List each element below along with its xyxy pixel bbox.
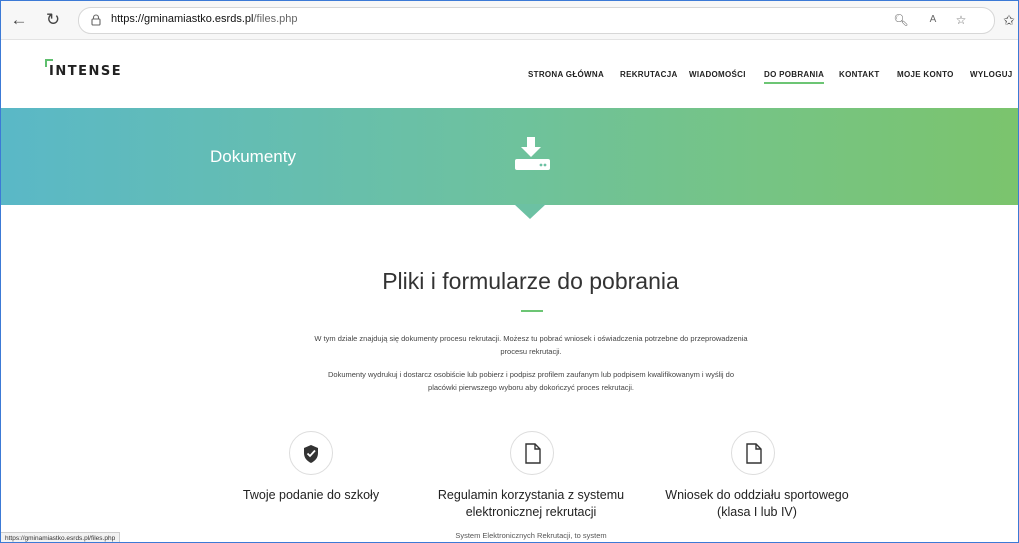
nav-wiadomosci[interactable]: WIADOMOŚCI <box>689 70 746 79</box>
favorite-star-icon[interactable]: ☆ <box>953 12 969 28</box>
zoom-icon[interactable]: 🔍︎ <box>893 12 909 28</box>
title-divider <box>521 310 543 312</box>
browser-toolbar: ← ↻ https://gminamiastko.esrds.pl/files.… <box>1 1 1018 40</box>
site-logo[interactable]: INTENSE <box>49 64 122 79</box>
instructions-line-2: placówki pierwszego wyboru aby dokończyć… <box>428 383 634 392</box>
feature-wniosek-title-line-2: (klasa I lub IV) <box>717 505 797 519</box>
nav-kontakt[interactable]: KONTAKT <box>839 70 880 79</box>
site-header: INTENSE STRONA GŁÓWNA REKRUTACJA WIADOMO… <box>1 40 1018 108</box>
shield-check-icon <box>304 445 318 463</box>
nav-do-pobrania[interactable]: DO POBRANIA <box>764 70 825 84</box>
intro-line-1: W tym dziale znajdują się dokumenty proc… <box>314 334 748 343</box>
feature-wniosek-title-line-1: Wniosek do oddziału sportowego <box>665 488 849 502</box>
back-arrow-icon[interactable]: ← <box>9 10 29 30</box>
intro-paragraph: W tym dziale znajdują się dokumenty proc… <box>281 332 781 358</box>
download-icon <box>515 137 550 170</box>
hero-banner: Dokumenty <box>1 108 1018 205</box>
nav-rekrutacja[interactable]: REKRUTACJA <box>620 70 678 79</box>
feature-regulamin-title[interactable]: Regulamin korzystania z systemu elektron… <box>411 487 651 521</box>
feature-podanie-title-line: Twoje podanie do szkoły <box>242 488 380 502</box>
feature-regulamin-title-line-2: elektronicznej rekrutacji <box>465 505 597 519</box>
reload-icon[interactable]: ↻ <box>43 10 63 30</box>
address-bar[interactable]: https://gminamiastko.esrds.pl/files.php … <box>78 7 995 34</box>
url-domain: https://gminamiastko.esrds.pl <box>111 13 254 25</box>
document-icon <box>746 443 762 464</box>
instructions-paragraph: Dokumenty wydrukuj i dostarcz osobiście … <box>281 368 781 394</box>
read-aloud-icon[interactable]: A <box>925 12 941 28</box>
document-icon <box>525 443 541 464</box>
url-path: /files.php <box>253 13 298 25</box>
feature-icon-circle[interactable] <box>289 431 333 475</box>
browser-window: ← ↻ https://gminamiastko.esrds.pl/files.… <box>0 0 1019 543</box>
hero-pointer <box>514 204 546 219</box>
nav-moje-konto[interactable]: MOJE KONTO <box>897 70 954 79</box>
feature-podanie-title[interactable]: Twoje podanie do szkoły <box>201 487 421 504</box>
status-bar-url: https://gminamiastko.esrds.pl/files.php <box>1 532 121 542</box>
nav-wyloguj[interactable]: WYLOGUJ <box>970 70 1013 79</box>
instructions-line-1: Dokumenty wydrukuj i dostarcz osobiście … <box>327 370 734 379</box>
intro-line-2: procesu rekrutacji. <box>500 347 562 356</box>
feature-icon-circle[interactable] <box>510 431 554 475</box>
hero-title: Dokumenty <box>210 147 296 166</box>
feature-icon-circle[interactable] <box>731 431 775 475</box>
feature-wniosek-title[interactable]: Wniosek do oddziału sportowego (klasa I … <box>637 487 877 521</box>
favorites-list-icon[interactable]: ✩ <box>999 10 1018 30</box>
page-title: Pliki i formularze do pobrania <box>382 268 679 294</box>
lock-icon[interactable] <box>89 13 103 27</box>
nav-strona-glowna[interactable]: STRONA GŁÓWNA <box>528 70 604 79</box>
feature-regulamin-desc: System Elektronicznych Rekrutacji, to sy… <box>455 531 607 540</box>
feature-regulamin-title-line-1: Regulamin korzystania z systemu <box>437 488 625 502</box>
